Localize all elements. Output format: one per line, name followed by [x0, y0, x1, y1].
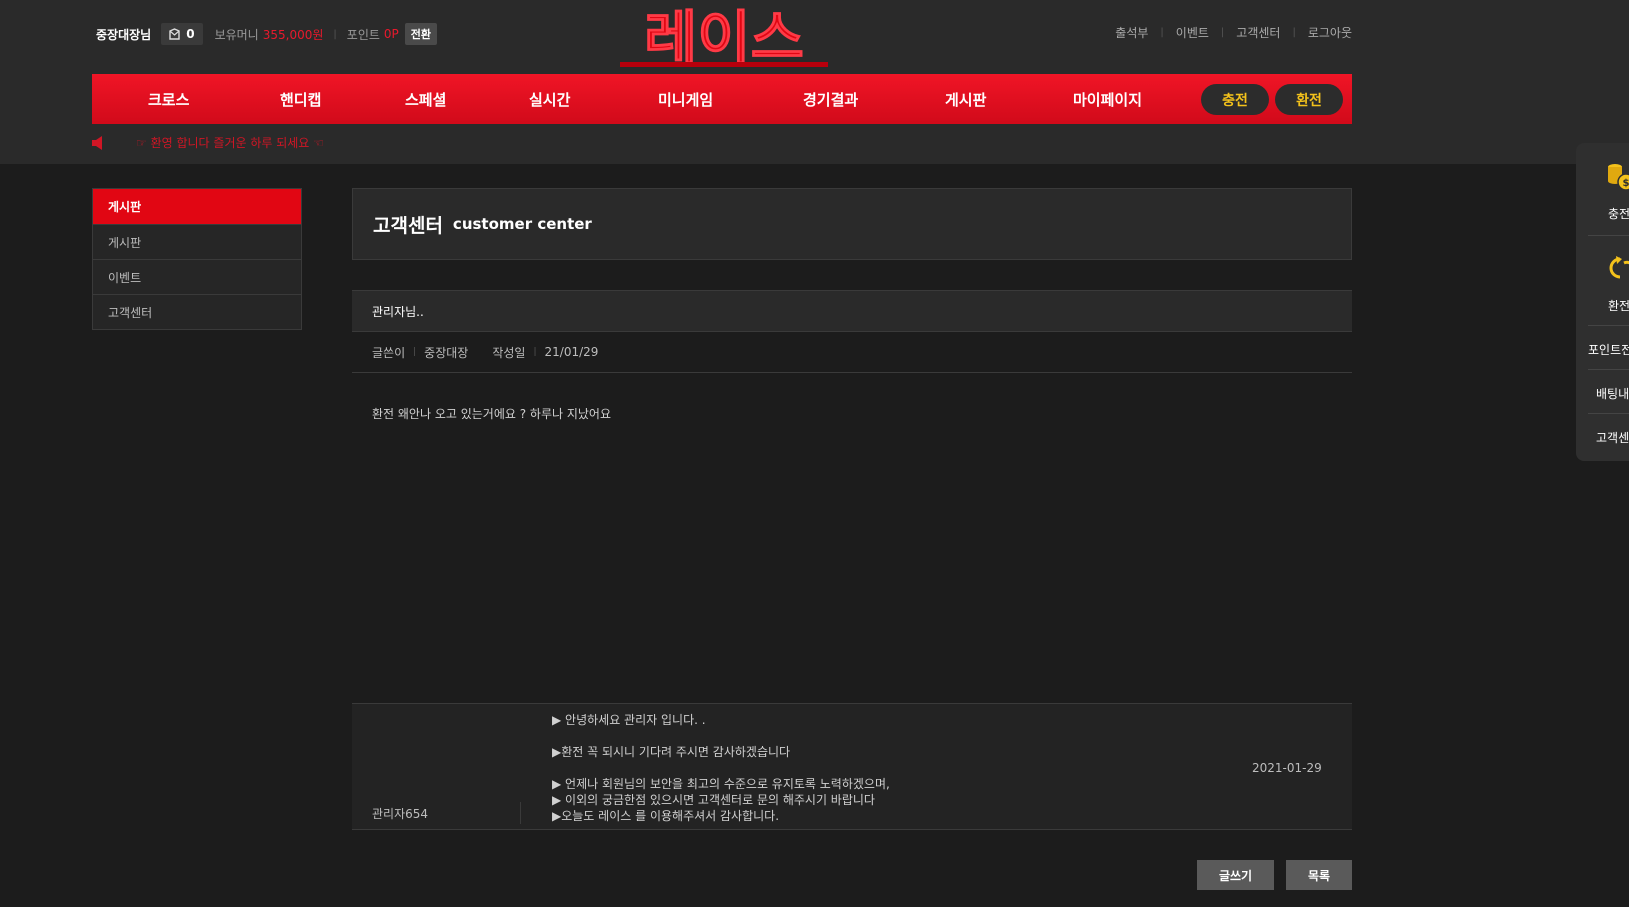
quick-charge[interactable]: 충전	[1608, 205, 1629, 222]
nav-item-cross[interactable]: 크로스	[148, 89, 189, 110]
exchange-button[interactable]: 환전	[1275, 84, 1343, 115]
message-icon	[169, 28, 180, 40]
money-label: 보유머니	[214, 27, 259, 42]
write-button[interactable]: 글쓰기	[1197, 860, 1274, 890]
reply-line: ▶ 이외의 궁금한점 있으시면 고객센터로 문의 해주시기 바랍니다	[552, 793, 875, 807]
page-title: 고객센터	[373, 214, 443, 237]
post-body: 환전 왜안나 오고 있는거에요 ? 하루나 지났어요	[372, 407, 612, 421]
sidebar-item-board[interactable]: 게시판	[93, 224, 301, 259]
reply-author: 관리자654	[372, 807, 429, 821]
top-link-logout[interactable]: 로그아웃	[1308, 24, 1352, 41]
sidebar-item-event[interactable]: 이벤트	[93, 259, 301, 294]
money-value: 355,000원	[262, 27, 324, 42]
divider	[520, 802, 521, 824]
user-info-bar: 중장대장님 0 보유머니 355,000원 | 포인트 0P 전환	[96, 22, 438, 46]
notice-text: ☞ 환영 합니다 즐거운 하루 되세요 ☜	[136, 136, 324, 150]
list-button[interactable]: 목록	[1286, 860, 1352, 890]
svg-text:$: $	[1623, 178, 1629, 189]
convert-button[interactable]: 전환	[404, 23, 438, 45]
exchange-icon	[1609, 256, 1629, 279]
quick-support[interactable]: 고객센	[1596, 429, 1629, 446]
page-title-box: 고객센터 customer center	[352, 188, 1352, 260]
date-label: 작성일	[492, 345, 526, 360]
speaker-icon	[92, 135, 102, 150]
logo-text: 레이스	[644, 4, 804, 70]
nav-item-minigame[interactable]: 미니게임	[658, 89, 713, 110]
message-count: 0	[186, 27, 195, 41]
reply-line: ▶ 안녕하세요 관리자 입니다. .	[552, 713, 706, 727]
reply-line: ▶환전 꼭 되시니 기다려 주시면 감사하겠습니다	[552, 745, 791, 759]
page-subtitle: customer center	[452, 215, 592, 233]
nav-item-handicap[interactable]: 핸디캡	[280, 89, 321, 110]
sidebar-item-support[interactable]: 고객센터	[93, 294, 301, 329]
top-link-event[interactable]: 이벤트	[1176, 24, 1209, 41]
logo[interactable]: 레이스	[612, 4, 836, 70]
admin-reply: ▶ 안녕하세요 관리자 입니다. . ▶환전 꼭 되시니 기다려 주시면 감사하…	[352, 703, 1352, 830]
reply-line: ▶오늘도 레이스 를 이용해주셔서 감사합니다.	[552, 809, 780, 823]
point-label: 포인트	[346, 27, 380, 42]
sidebar: 게시판 게시판 이벤트 고객센터	[92, 188, 302, 330]
nav-item-board[interactable]: 게시판	[945, 89, 986, 110]
quick-point[interactable]: 포인트전	[1588, 341, 1629, 358]
coins-icon: $	[1608, 164, 1629, 191]
notice-bar: ☞ 환영 합니다 즐거운 하루 되세요 ☜	[92, 134, 324, 151]
sidebar-header: 게시판	[93, 189, 301, 224]
point-value: 0P	[383, 27, 399, 41]
top-links: 출석부 | 이벤트 | 고객센터 | 로그아웃	[1115, 24, 1352, 41]
divider: |	[333, 28, 337, 40]
quick-menu: $ 충전 환전 포인트전 배팅내 고객센	[1576, 143, 1629, 461]
reply-line: ▶ 언제나 회원님의 보안을 최고의 수준으로 유지토록 노력하겠으며,	[552, 777, 890, 791]
main-nav: 크로스 핸디캡 스페셜 실시간 미니게임 경기결과 게시판 마이페이지 충전 환…	[92, 74, 1352, 124]
post-author: 중장대장	[424, 345, 469, 360]
quick-exchange[interactable]: 환전	[1608, 297, 1629, 314]
top-link-support[interactable]: 고객센터	[1236, 24, 1280, 41]
post-title: 관리자님..	[352, 290, 1352, 332]
charge-button[interactable]: 충전	[1201, 84, 1269, 115]
author-label: 글쓴이	[372, 345, 406, 360]
post-meta: 글쓴이 | 중장대장 작성일 | 21/01/29	[352, 332, 1352, 373]
nav-item-special[interactable]: 스페셜	[405, 89, 446, 110]
username: 중장대장님	[96, 27, 152, 42]
top-link-attendance[interactable]: 출석부	[1115, 24, 1148, 41]
nav-item-results[interactable]: 경기결과	[803, 89, 858, 110]
nav-item-live[interactable]: 실시간	[529, 89, 570, 110]
quick-betting[interactable]: 배팅내	[1596, 385, 1629, 402]
header: 중장대장님 0 보유머니 355,000원 | 포인트 0P 전환 레이스 출석…	[0, 0, 1629, 164]
post-date: 21/01/29	[544, 345, 599, 359]
nav-item-mypage[interactable]: 마이페이지	[1073, 89, 1142, 110]
message-box[interactable]: 0	[161, 23, 203, 45]
reply-date: 2021-01-29	[1252, 761, 1322, 775]
reply-content: ▶ 안녕하세요 관리자 입니다. . ▶환전 꼭 되시니 기다려 주시면 감사하…	[552, 712, 890, 824]
